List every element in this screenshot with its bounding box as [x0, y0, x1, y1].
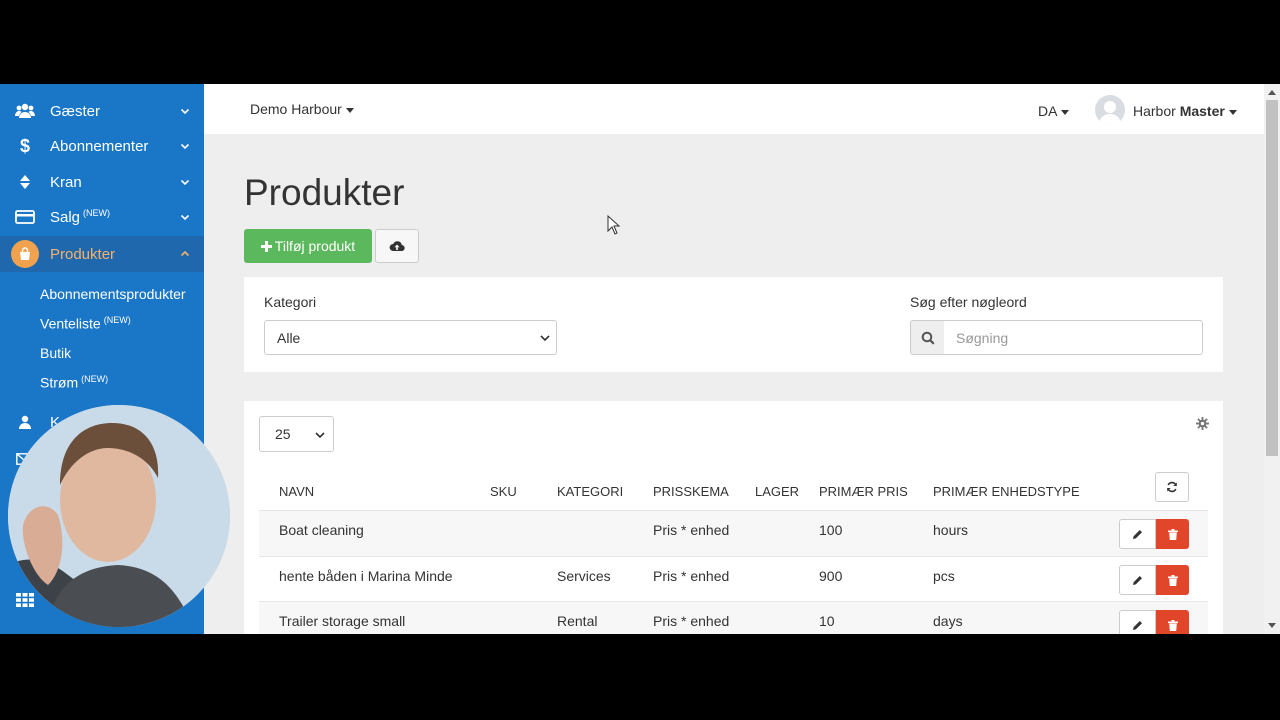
column-header-category[interactable]: KATEGORI: [557, 484, 623, 499]
caret-down-icon: [1061, 109, 1070, 115]
sidebar-item-label: Salg (NEW): [50, 208, 111, 226]
cloud-upload-icon: [389, 240, 405, 252]
cell-category: Services: [557, 568, 611, 584]
category-label: Kategori: [264, 294, 317, 310]
sidebar-item-sales[interactable]: Salg (NEW): [0, 199, 204, 235]
avatar[interactable]: [1095, 95, 1125, 125]
chevron-down-icon: [180, 108, 190, 115]
category-select[interactable]: Alle: [264, 320, 557, 355]
cell-price-scheme: Pris * enhed: [653, 613, 730, 629]
sidebar-item-guests[interactable]: Gæster: [0, 93, 204, 129]
sidebar-item-subscriptions[interactable]: $ Abonnementer: [0, 128, 204, 164]
add-product-button[interactable]: Tilføj produkt: [244, 229, 372, 263]
pencil-icon: [1132, 620, 1143, 631]
sidebar-item-label: Produkter: [50, 245, 116, 263]
new-badge: (NEW): [81, 374, 109, 384]
search-icon: [910, 320, 945, 355]
chevron-up-icon: [180, 250, 190, 257]
cell-price-scheme: Pris * enhed: [653, 522, 730, 538]
cell-name: Boat cleaning: [279, 522, 364, 538]
table-row[interactable]: Boat cleaning Pris * enhed 100 hours: [259, 510, 1208, 556]
chevron-down-icon: [180, 143, 190, 150]
organization-dropdown[interactable]: Demo Harbour: [250, 101, 354, 117]
scroll-up-arrow-icon[interactable]: [1268, 90, 1276, 95]
delete-button[interactable]: [1156, 519, 1189, 549]
pencil-icon: [1132, 575, 1143, 586]
search-label: Søg efter nøgleord: [910, 294, 1027, 310]
dollar-icon: $: [19, 135, 30, 156]
gear-icon[interactable]: [1196, 417, 1209, 435]
trash-icon: [1167, 528, 1178, 540]
chevron-down-icon: [180, 179, 190, 186]
page-size-select[interactable]: 25: [259, 416, 334, 452]
products-table-panel: 25 NAVN SKU KATEGORI PRISSKEMA LAGER PRI…: [244, 401, 1223, 634]
edit-button[interactable]: [1119, 565, 1156, 595]
cell-primary-unit-type: days: [933, 613, 963, 629]
user-icon: [15, 412, 35, 432]
crane-updown-icon: [15, 172, 35, 192]
chevron-down-icon: [315, 432, 325, 439]
shopping-bag-icon: [11, 240, 39, 268]
sidebar-item-label: Kran: [50, 173, 82, 191]
cell-primary-price: 100: [819, 522, 843, 538]
column-header-name[interactable]: NAVN: [279, 484, 314, 499]
delete-button[interactable]: [1156, 565, 1189, 595]
app-window: Gæster $ Abonnementer Kran Salg (NEW) Pr…: [0, 84, 1280, 634]
caret-down-icon: [1228, 109, 1237, 115]
sidebar-item-label: Abonnementer: [50, 137, 149, 155]
new-badge: (NEW): [103, 315, 131, 325]
column-header-price-scheme[interactable]: PRISSKEMA: [653, 484, 729, 499]
sidebar-item-label: Gæster: [50, 102, 101, 120]
credit-card-icon: [15, 207, 35, 227]
new-badge: (NEW): [83, 208, 111, 218]
chevron-down-icon: [540, 335, 550, 342]
cell-name: Trailer storage small: [279, 613, 406, 629]
delete-button[interactable]: [1156, 610, 1189, 634]
table-row[interactable]: hente båden i Marina Minde Services Pris…: [259, 556, 1208, 602]
cell-primary-price: 10: [819, 613, 835, 629]
chevron-down-icon: [180, 214, 190, 221]
top-navbar: Demo Harbour DA Harbor Master: [204, 84, 1264, 134]
sidebar-subitem-waitlist[interactable]: Venteliste (NEW): [40, 315, 131, 332]
table-row[interactable]: Trailer storage small Rental Pris * enhe…: [259, 601, 1208, 634]
column-header-primary-unit-type[interactable]: PRIMÆR ENHEDSTYPE: [933, 484, 1080, 499]
cell-category: Rental: [557, 613, 598, 629]
pencil-icon: [1132, 529, 1143, 540]
refresh-icon: [1166, 481, 1178, 493]
cell-primary-unit-type: pcs: [933, 568, 955, 584]
cell-primary-price: 900: [819, 568, 843, 584]
cell-name: hente båden i Marina Minde: [279, 568, 453, 584]
sidebar-subitem-subscription-products[interactable]: Abonnementsprodukter: [40, 286, 186, 302]
scroll-thumb[interactable]: [1266, 100, 1278, 456]
mouse-cursor-icon: [607, 214, 621, 240]
cell-price-scheme: Pris * enhed: [653, 568, 730, 584]
plus-icon: [260, 240, 272, 252]
trash-icon: [1167, 574, 1178, 586]
sidebar-subitem-power[interactable]: Strøm (NEW): [40, 374, 108, 391]
webcam-overlay: [8, 405, 230, 627]
column-header-sku[interactable]: SKU: [490, 484, 517, 499]
sidebar-item-products[interactable]: Produkter: [0, 236, 204, 272]
page-scrollbar[interactable]: [1264, 84, 1280, 634]
sidebar-item-crane[interactable]: Kran: [0, 164, 204, 200]
sidebar-subitem-shop[interactable]: Butik: [40, 345, 71, 361]
language-dropdown[interactable]: DA: [1038, 103, 1070, 119]
column-header-stock[interactable]: LAGER: [755, 484, 799, 499]
refresh-button[interactable]: [1155, 472, 1189, 502]
column-header-primary-price[interactable]: PRIMÆR PRIS: [819, 484, 908, 499]
scroll-down-arrow-icon[interactable]: [1268, 623, 1276, 628]
edit-button[interactable]: [1119, 610, 1156, 634]
cell-primary-unit-type: hours: [933, 522, 969, 538]
users-icon: [15, 101, 35, 121]
trash-icon: [1167, 619, 1178, 631]
upload-button[interactable]: [375, 229, 419, 263]
grid-apps-icon[interactable]: [16, 593, 34, 612]
page-title: Produkter: [244, 172, 405, 213]
user-menu[interactable]: Harbor Master: [1133, 103, 1237, 119]
search-input[interactable]: [944, 320, 1203, 355]
edit-button[interactable]: [1119, 519, 1156, 549]
caret-down-icon: [345, 107, 354, 113]
filter-panel: Kategori Alle Søg efter nøgleord: [244, 277, 1223, 372]
